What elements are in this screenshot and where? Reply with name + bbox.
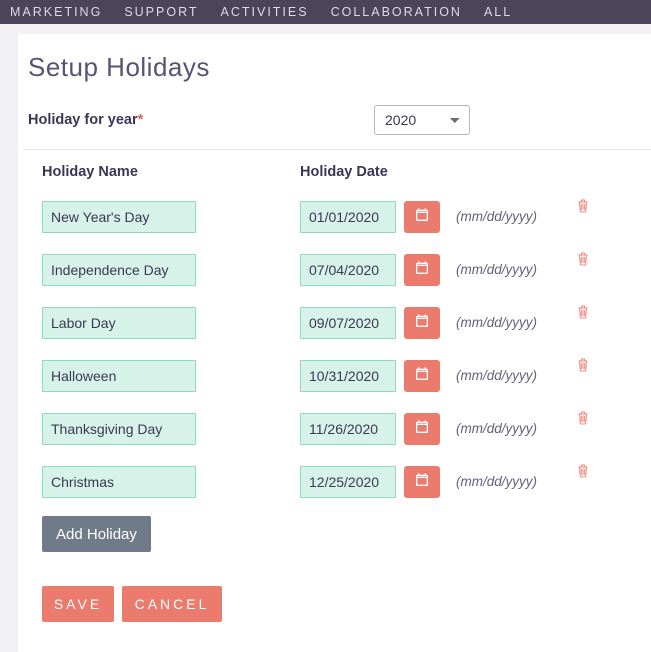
holiday-date-input[interactable] xyxy=(300,413,396,445)
calendar-button[interactable] xyxy=(404,307,440,339)
date-format-hint: (mm/dd/yyyy) xyxy=(456,209,566,224)
date-format-hint: (mm/dd/yyyy) xyxy=(456,474,566,489)
table-row: (mm/dd/yyyy) xyxy=(28,296,651,349)
card: Setup Holidays Holiday for year* 2020 Ho… xyxy=(18,34,651,652)
trash-icon xyxy=(576,255,590,270)
th-date: Holiday Date xyxy=(300,164,500,180)
holiday-name-input[interactable] xyxy=(42,201,196,233)
delete-button[interactable] xyxy=(574,198,592,216)
year-label: Holiday for year* xyxy=(28,112,374,128)
table-row: (mm/dd/yyyy) xyxy=(28,190,651,243)
trash-icon xyxy=(576,414,590,429)
calendar-button[interactable] xyxy=(404,413,440,445)
table-row: (mm/dd/yyyy) xyxy=(28,243,651,296)
calendar-icon xyxy=(414,207,430,226)
table-row: (mm/dd/yyyy) xyxy=(28,455,651,508)
delete-button[interactable] xyxy=(574,410,592,428)
th-name: Holiday Name xyxy=(42,164,300,180)
nav-collaboration[interactable]: COLLABORATION xyxy=(331,5,462,19)
holiday-name-input[interactable] xyxy=(42,307,196,339)
trash-icon xyxy=(576,202,590,217)
top-nav: MARKETING SUPPORT ACTIVITIES COLLABORATI… xyxy=(0,0,651,24)
date-format-hint: (mm/dd/yyyy) xyxy=(456,315,566,330)
required-marker: * xyxy=(138,112,144,128)
calendar-button[interactable] xyxy=(404,254,440,286)
holiday-date-input[interactable] xyxy=(300,360,396,392)
nav-marketing[interactable]: MARKETING xyxy=(10,5,102,19)
calendar-icon xyxy=(414,313,430,332)
date-format-hint: (mm/dd/yyyy) xyxy=(456,421,566,436)
nav-support[interactable]: SUPPORT xyxy=(124,5,198,19)
holiday-date-input[interactable] xyxy=(300,201,396,233)
table-body: (mm/dd/yyyy) (mm/dd/yyyy) (mm/dd/yyyy) (… xyxy=(28,190,651,508)
page-title: Setup Holidays xyxy=(28,52,651,83)
trash-icon xyxy=(576,361,590,376)
calendar-icon xyxy=(414,366,430,385)
nav-activities[interactable]: ACTIVITIES xyxy=(221,5,309,19)
delete-button[interactable] xyxy=(574,357,592,375)
year-select[interactable]: 2020 xyxy=(374,105,470,135)
save-button[interactable]: SAVE xyxy=(42,586,114,622)
delete-button[interactable] xyxy=(574,251,592,269)
date-format-hint: (mm/dd/yyyy) xyxy=(456,368,566,383)
holiday-date-input[interactable] xyxy=(300,307,396,339)
table-header: Holiday Name Holiday Date xyxy=(28,150,651,190)
calendar-button[interactable] xyxy=(404,466,440,498)
calendar-icon xyxy=(414,419,430,438)
delete-button[interactable] xyxy=(574,304,592,322)
holiday-name-input[interactable] xyxy=(42,254,196,286)
trash-icon xyxy=(576,467,590,482)
delete-button[interactable] xyxy=(574,463,592,481)
add-holiday-button[interactable]: Add Holiday xyxy=(42,516,151,552)
calendar-button[interactable] xyxy=(404,201,440,233)
calendar-icon xyxy=(414,472,430,491)
trash-icon xyxy=(576,308,590,323)
holiday-name-input[interactable] xyxy=(42,413,196,445)
footer-buttons: SAVE CANCEL xyxy=(42,586,651,622)
table-row: (mm/dd/yyyy) xyxy=(28,402,651,455)
holiday-date-input[interactable] xyxy=(300,466,396,498)
calendar-icon xyxy=(414,260,430,279)
calendar-button[interactable] xyxy=(404,360,440,392)
table-row: (mm/dd/yyyy) xyxy=(28,349,651,402)
holiday-name-input[interactable] xyxy=(42,466,196,498)
year-label-text: Holiday for year xyxy=(28,112,138,128)
cancel-button[interactable]: CANCEL xyxy=(122,586,222,622)
date-format-hint: (mm/dd/yyyy) xyxy=(456,262,566,277)
nav-all[interactable]: ALL xyxy=(484,5,512,19)
year-row: Holiday for year* 2020 xyxy=(28,105,651,135)
holiday-name-input[interactable] xyxy=(42,360,196,392)
holiday-date-input[interactable] xyxy=(300,254,396,286)
